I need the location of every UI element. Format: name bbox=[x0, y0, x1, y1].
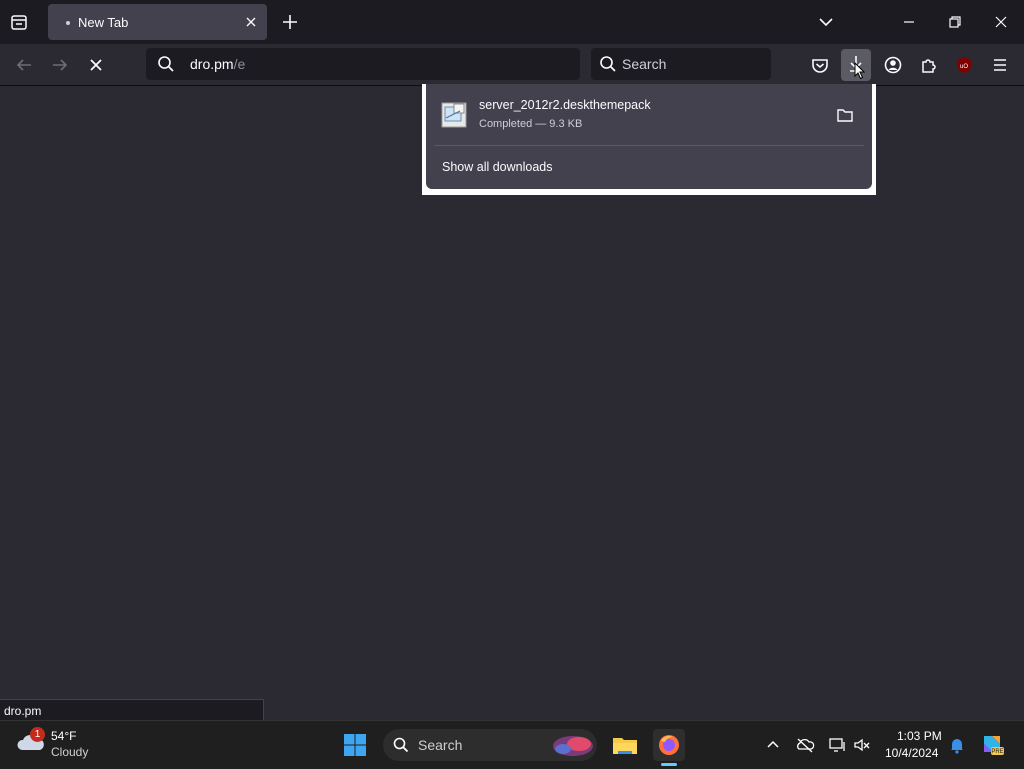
search-icon bbox=[392, 736, 410, 754]
new-tab-plus-icon[interactable] bbox=[279, 11, 301, 33]
show-all-downloads-link[interactable]: Show all downloads bbox=[442, 160, 553, 174]
taskbar: 1 54°F Cloudy Search 1:03 PM 10/4/2024 P… bbox=[0, 720, 1024, 769]
tab-list-icon[interactable] bbox=[8, 11, 30, 33]
minimize-icon[interactable] bbox=[898, 11, 920, 33]
navigation-toolbar: dro.pm/e Search uO bbox=[0, 44, 1024, 86]
ublock-origin-icon[interactable]: uO bbox=[951, 52, 977, 78]
search-icon bbox=[598, 54, 618, 74]
tab-loading-dot bbox=[66, 21, 70, 25]
tab-new-tab[interactable]: New Tab bbox=[48, 4, 267, 40]
url-text: dro.pm/e bbox=[190, 56, 245, 72]
open-folder-icon[interactable] bbox=[834, 104, 856, 126]
weather-notification-badge: 1 bbox=[30, 727, 45, 742]
show-hidden-icons-chevron-icon[interactable] bbox=[763, 735, 783, 755]
weather-condition[interactable]: Cloudy bbox=[51, 745, 88, 759]
close-window-icon[interactable] bbox=[990, 11, 1012, 33]
tab-strip: New Tab bbox=[0, 0, 1024, 44]
firefox-taskbar-icon[interactable] bbox=[653, 729, 685, 761]
downloads-panel: server_2012r2.deskthemepack Completed — … bbox=[426, 84, 872, 189]
theme-file-icon bbox=[440, 100, 468, 130]
volume-muted-icon[interactable] bbox=[852, 735, 872, 755]
onedrive-offline-icon[interactable] bbox=[795, 735, 815, 755]
url-host: dro.pm bbox=[190, 56, 234, 72]
weather-temperature[interactable]: 54°F bbox=[51, 729, 76, 743]
clock-date[interactable]: 10/4/2024 bbox=[885, 746, 938, 760]
taskbar-search-box[interactable]: Search bbox=[383, 729, 597, 761]
active-app-indicator bbox=[661, 763, 677, 766]
windows-start-icon[interactable] bbox=[343, 733, 367, 757]
search-bar[interactable]: Search bbox=[591, 48, 771, 80]
extensions-puzzle-icon[interactable] bbox=[916, 52, 942, 78]
link-status-bar: dro.pm bbox=[0, 699, 264, 721]
pocket-icon[interactable] bbox=[807, 52, 833, 78]
url-path: /e bbox=[233, 56, 246, 72]
menu-hamburger-icon[interactable] bbox=[987, 52, 1013, 78]
status-text: dro.pm bbox=[4, 704, 42, 718]
search-highlight-image-icon bbox=[549, 731, 595, 759]
tab-title: New Tab bbox=[78, 15, 129, 30]
copilot-icon[interactable]: PRE bbox=[978, 730, 1006, 758]
clock-time[interactable]: 1:03 PM bbox=[897, 729, 942, 743]
forward-arrow-icon[interactable] bbox=[48, 53, 72, 77]
restore-icon[interactable] bbox=[944, 11, 966, 33]
download-item[interactable]: server_2012r2.deskthemepack Completed — … bbox=[434, 90, 864, 142]
search-icon bbox=[156, 54, 176, 74]
back-arrow-icon[interactable] bbox=[12, 53, 36, 77]
list-all-tabs-chevron-icon[interactable] bbox=[815, 11, 837, 33]
mouse-cursor-icon bbox=[854, 62, 866, 80]
notification-bell-icon[interactable] bbox=[947, 735, 967, 755]
downloads-button[interactable] bbox=[841, 49, 871, 81]
panel-divider bbox=[434, 145, 864, 146]
taskbar-search-label: Search bbox=[418, 737, 463, 753]
account-icon[interactable] bbox=[880, 52, 906, 78]
display-network-icon[interactable] bbox=[827, 735, 847, 755]
address-bar[interactable]: dro.pm/e bbox=[146, 48, 580, 80]
stop-loading-icon[interactable] bbox=[84, 53, 108, 77]
download-filename: server_2012r2.deskthemepack bbox=[479, 98, 651, 112]
svg-text:uO: uO bbox=[960, 64, 968, 70]
svg-text:PRE: PRE bbox=[991, 749, 1003, 755]
download-status: Completed — 9.3 KB bbox=[479, 118, 583, 130]
file-explorer-icon[interactable] bbox=[609, 729, 641, 761]
close-tab-icon[interactable] bbox=[242, 13, 260, 31]
search-bar-placeholder: Search bbox=[622, 56, 667, 72]
